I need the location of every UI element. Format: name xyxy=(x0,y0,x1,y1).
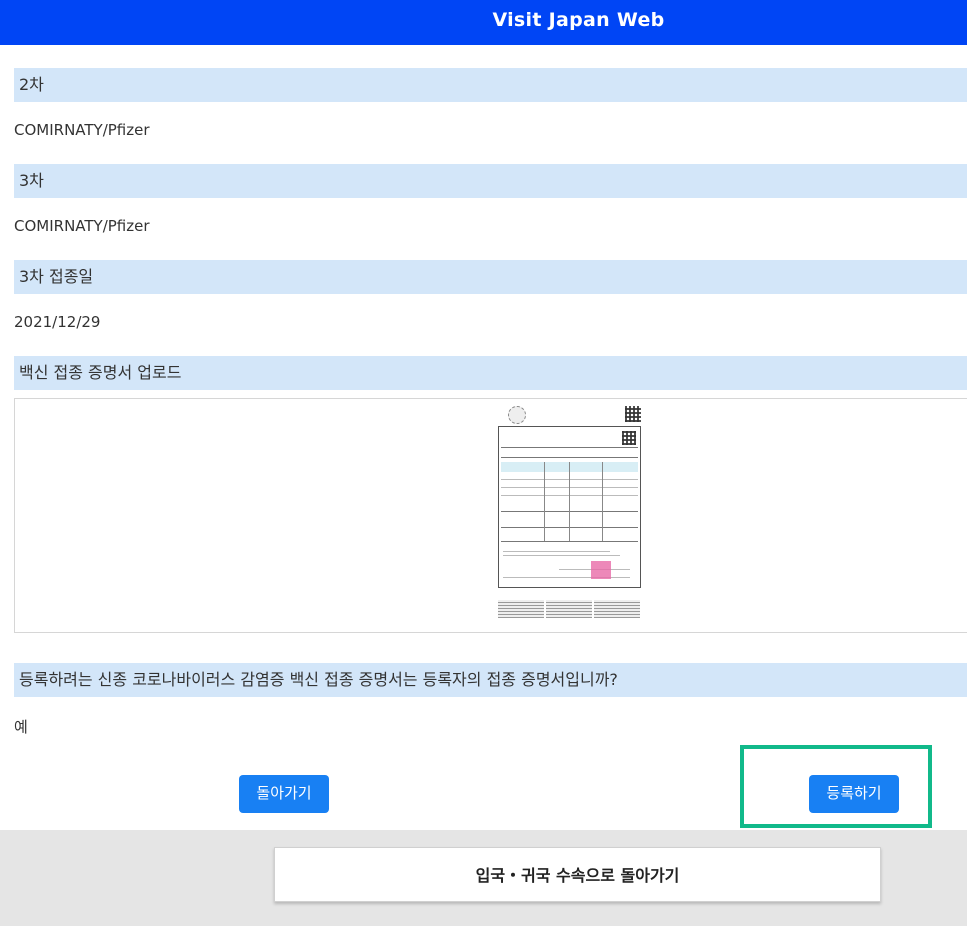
certificate-ownership-question: 등록하려는 신종 코로나바이러스 감염증 백신 접종 증명서는 등록자의 접종 … xyxy=(14,663,967,697)
app-title: Visit Japan Web xyxy=(492,9,665,31)
certificate-page xyxy=(498,426,641,588)
back-to-procedures-button[interactable]: 입국・귀국 수속으로 돌아가기 xyxy=(274,847,881,902)
vaccination-certificate-image xyxy=(493,404,647,622)
dose-2-vaccine-value: COMIRNATY/Pfizer xyxy=(14,121,150,139)
seal-icon xyxy=(508,406,526,424)
section-dose-2-heading: 2차 xyxy=(14,68,967,102)
section-dose-3-date-heading: 3차 접종일 xyxy=(14,260,967,294)
section-dose-3-heading: 3차 xyxy=(14,164,967,198)
dose-3-date-value: 2021/12/29 xyxy=(14,313,101,331)
certificate-upload-area[interactable] xyxy=(14,398,967,633)
certificate-upload-heading: 백신 접종 증명서 업로드 xyxy=(14,356,967,390)
qr-code-icon xyxy=(625,406,641,422)
dose-3-vaccine-value: COMIRNATY/Pfizer xyxy=(14,217,150,235)
register-button[interactable]: 등록하기 xyxy=(809,775,899,813)
top-bar: Visit Japan Web xyxy=(0,0,967,45)
certificate-ownership-answer: 예 xyxy=(14,718,28,736)
qr-code-icon xyxy=(622,431,636,445)
footer-bar: 입국・귀국 수속으로 돌아가기 xyxy=(0,830,967,926)
official-stamp-icon xyxy=(591,561,611,579)
back-button[interactable]: 돌아가기 xyxy=(239,775,329,813)
